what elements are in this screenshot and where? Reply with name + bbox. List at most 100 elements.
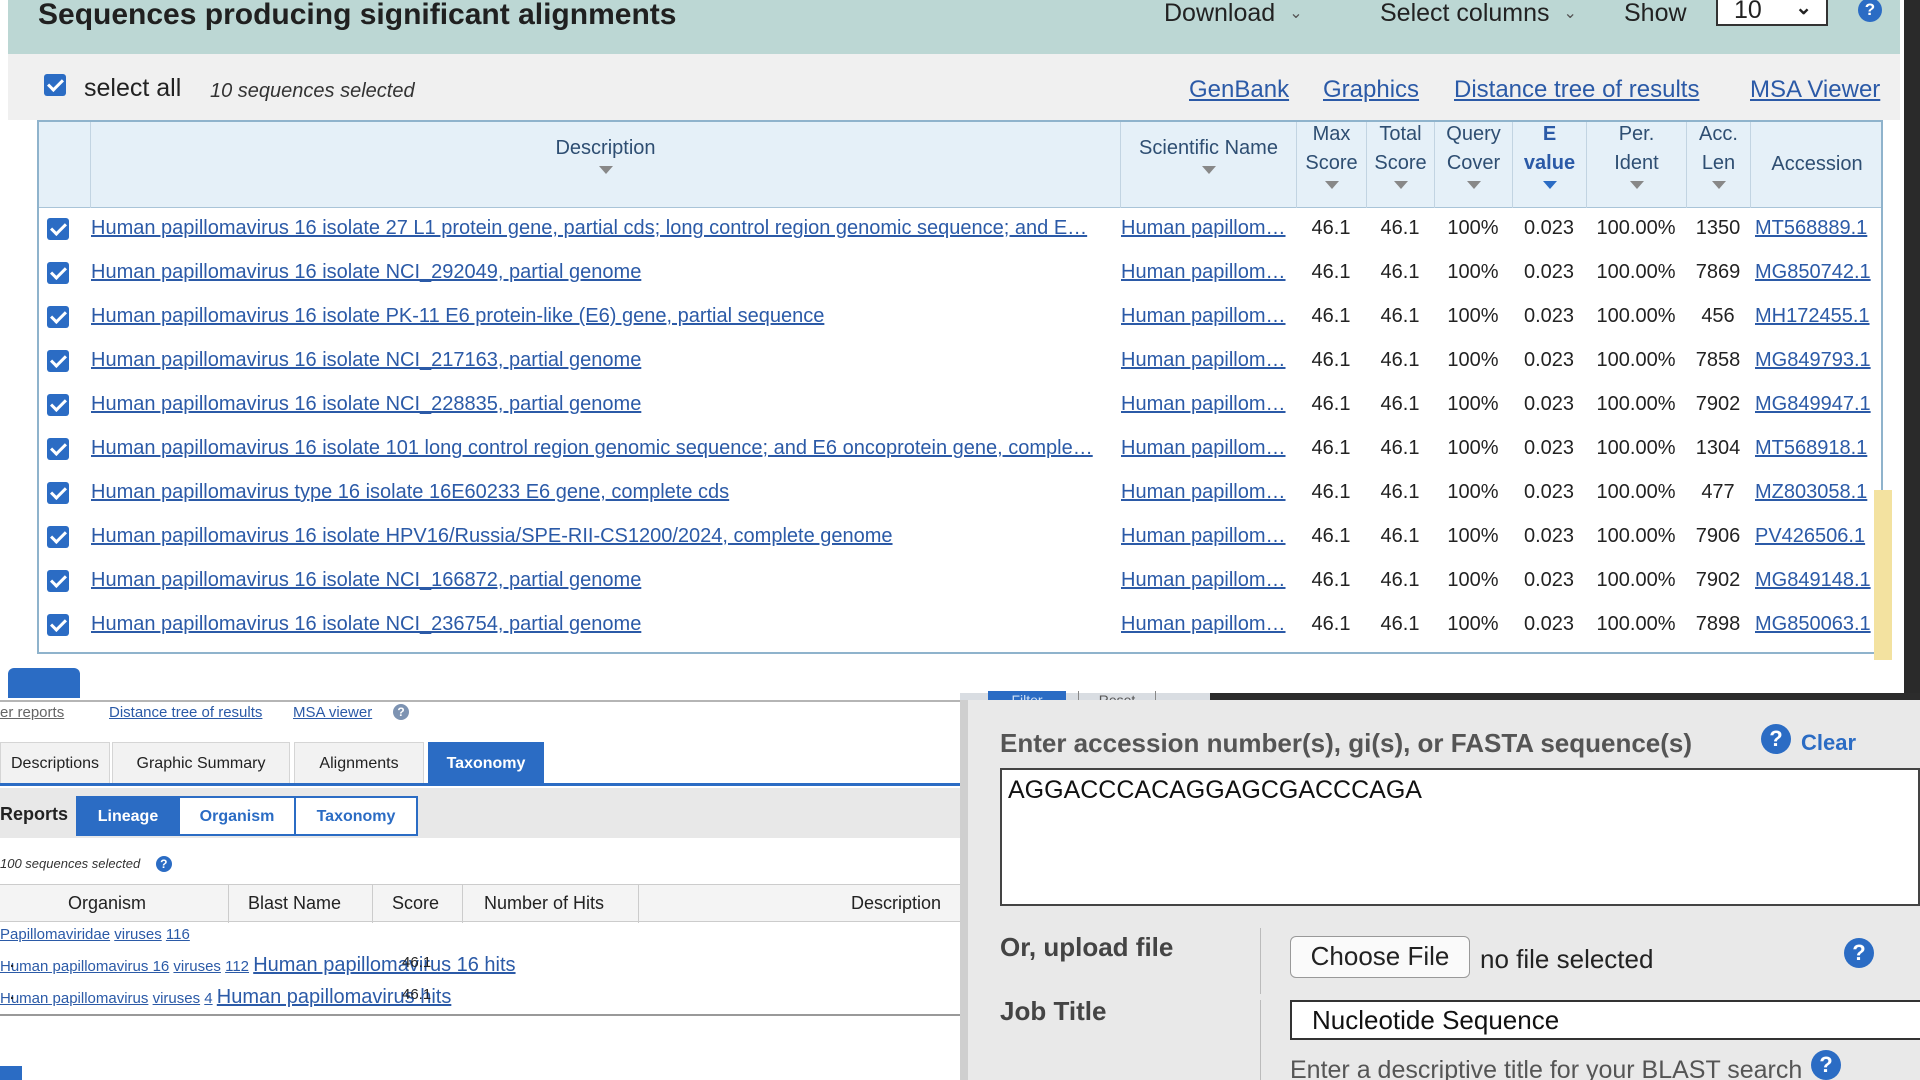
hits-link[interactable]: 4 (204, 990, 212, 1007)
row-checkbox[interactable] (47, 218, 69, 240)
per-ident-value: 100.00% (1596, 481, 1676, 503)
row-checkbox[interactable] (47, 394, 69, 416)
chevron-down-icon: ⌄ (1563, 5, 1577, 22)
show-count-select[interactable]: 10 ⌄ (1716, 0, 1828, 26)
description-link[interactable]: Human papillomavirus 16 isolate PK-11 E6… (91, 305, 1153, 328)
taxonomy-button[interactable]: Taxonomy (294, 796, 418, 836)
description-link[interactable]: Human papillomavirus 16 isolate 101 long… (91, 437, 1153, 460)
clear-link[interactable]: Clear (1801, 730, 1856, 756)
tab-button[interactable] (0, 1066, 22, 1080)
download-dropdown[interactable]: Download ⌄ (1164, 0, 1303, 32)
accession-link[interactable]: MG850063.1 (1755, 613, 1881, 636)
row-checkbox[interactable] (47, 570, 69, 592)
col-scientific-name[interactable]: Scientific Name (1120, 120, 1296, 208)
row-checkbox[interactable] (47, 526, 69, 548)
help-icon[interactable]: ? (1844, 938, 1874, 968)
accession-link[interactable]: MG849148.1 (1755, 569, 1881, 592)
row-checkbox[interactable] (47, 350, 69, 372)
scientific-name-link[interactable]: Human papillom… (1121, 261, 1297, 284)
row-checkbox[interactable] (47, 306, 69, 328)
help-icon[interactable]: ? (1858, 0, 1882, 22)
organism-link[interactable]: Human papillomavirus (0, 990, 148, 1007)
distance-tree-link[interactable]: Distance tree of results (109, 704, 262, 721)
distance-tree-link[interactable]: Distance tree of results (1454, 76, 1699, 104)
tab-button[interactable] (8, 668, 80, 698)
row-checkbox[interactable] (47, 614, 69, 636)
scientific-name-link[interactable]: Human papillom… (1121, 349, 1297, 372)
col-total-score-label-2: Score (1374, 152, 1427, 174)
table-row: Human papillomavirus 16 isolate 101 long… (37, 428, 1883, 472)
hits-link[interactable]: 112 (225, 958, 249, 975)
accession-link[interactable]: PV426506.1 (1755, 525, 1881, 548)
lineage-button[interactable]: Lineage (76, 796, 180, 836)
hits-link[interactable]: 116 (166, 926, 190, 943)
help-icon[interactable]: ? (1811, 1050, 1841, 1080)
tab-alignments[interactable]: Alignments (294, 742, 424, 783)
row-checkbox[interactable] (47, 262, 69, 284)
accession-link[interactable]: MG850742.1 (1755, 261, 1881, 284)
col-per-ident[interactable]: Per. Ident (1586, 120, 1686, 208)
scientific-name-link[interactable]: Human papillom… (1121, 481, 1297, 504)
table-bottom-border (0, 1014, 960, 1016)
description-link[interactable]: Human papillomavirus 16 isolate HPV16/Ru… (91, 525, 1153, 548)
blast-name-link[interactable]: viruses (173, 958, 221, 975)
select-all-checkbox[interactable] (44, 74, 66, 96)
col-e-value[interactable]: Evalue (1512, 120, 1586, 208)
blast-name-link[interactable]: viruses (153, 990, 201, 1007)
description-link[interactable]: Human papillomavirus type 16 isolate 16E… (91, 481, 1153, 504)
scientific-name-link[interactable]: Human papillom… (1121, 305, 1297, 328)
scientific-name-link[interactable]: Human papillom… (1121, 437, 1297, 460)
accession-link[interactable]: MT568889.1 (1755, 217, 1881, 240)
tab-graphic-summary[interactable]: Graphic Summary (112, 742, 290, 783)
msa-viewer-link[interactable]: MSA Viewer (1750, 76, 1880, 104)
accession-link[interactable]: MH172455.1 (1755, 305, 1881, 328)
col-e-value-label-2: value (1523, 152, 1576, 174)
description-link[interactable]: Human papillomavirus 16 isolate NCI_2288… (91, 393, 1153, 416)
tab-taxonomy[interactable]: Taxonomy (428, 742, 544, 783)
score-value: 46.1 (402, 986, 432, 1003)
col-max-score[interactable]: Max Score (1296, 120, 1366, 208)
organism-link[interactable]: Human papillomavirus 16 (0, 958, 169, 975)
col-acc-len[interactable]: Acc. Len (1686, 120, 1750, 208)
help-icon[interactable]: ? (155, 856, 172, 872)
organism-button[interactable]: Organism (178, 796, 296, 836)
col-total-score[interactable]: Total Score (1366, 120, 1434, 208)
organism-link[interactable]: Papillomaviridae (0, 926, 110, 943)
description-link[interactable]: Human papillomavirus 16 isolate NCI_2171… (91, 349, 1153, 372)
description-link[interactable]: Human papillomavirus 16 isolate NCI_2367… (91, 613, 1153, 636)
scientific-name-link[interactable]: Human papillom… (1121, 569, 1297, 592)
other-reports-link[interactable]: er reports (0, 704, 64, 721)
accession-link[interactable]: MG849793.1 (1755, 349, 1881, 372)
choose-file-button[interactable]: Choose File (1290, 936, 1470, 978)
description-link[interactable]: Human papillomavirus 16 isolate NCI_1668… (91, 569, 1153, 592)
col-description[interactable]: Description (90, 120, 1120, 208)
help-icon[interactable]: ? (393, 704, 409, 720)
total-score-value: 46.1 (1380, 349, 1420, 371)
blast-name-link[interactable]: viruses (114, 926, 162, 943)
row-checkbox[interactable] (47, 438, 69, 460)
scientific-name-link[interactable]: Human papillom… (1121, 393, 1297, 416)
accession-link[interactable]: MZ803058.1 (1755, 481, 1881, 504)
scrollbar-thumb[interactable] (1874, 490, 1892, 660)
help-icon[interactable]: ? (1761, 724, 1791, 754)
scientific-name-link[interactable]: Human papillom… (1121, 217, 1297, 240)
description-link[interactable]: Human papillomavirus 16 isolate 27 L1 pr… (91, 217, 1153, 240)
max-score-value: 46.1 (1311, 217, 1351, 239)
sequence-input[interactable]: AGGACCCACAGGAGCGACCCAGA (1000, 768, 1920, 906)
description-link[interactable]: Human papillomavirus 16 hits (253, 954, 515, 976)
msa-viewer-link[interactable]: MSA viewer (293, 704, 372, 721)
max-score-value: 46.1 (1311, 437, 1351, 459)
col-query-cover[interactable]: Query Cover (1434, 120, 1512, 208)
tab-descriptions[interactable]: Descriptions (0, 742, 110, 783)
select-columns-dropdown[interactable]: Select columns ⌄ (1380, 0, 1577, 32)
scientific-name-link[interactable]: Human papillom… (1121, 525, 1297, 548)
accession-link[interactable]: MG849947.1 (1755, 393, 1881, 416)
scientific-name-link[interactable]: Human papillom… (1121, 613, 1297, 636)
graphics-link[interactable]: Graphics (1323, 76, 1419, 104)
accession-link[interactable]: MT568918.1 (1755, 437, 1881, 460)
job-title-input[interactable] (1290, 1000, 1920, 1040)
genbank-link[interactable]: GenBank (1189, 76, 1289, 104)
description-link[interactable]: Human papillomavirus 16 isolate NCI_2920… (91, 261, 1153, 284)
row-checkbox[interactable] (47, 482, 69, 504)
col-accession[interactable]: Accession (1750, 120, 1883, 208)
